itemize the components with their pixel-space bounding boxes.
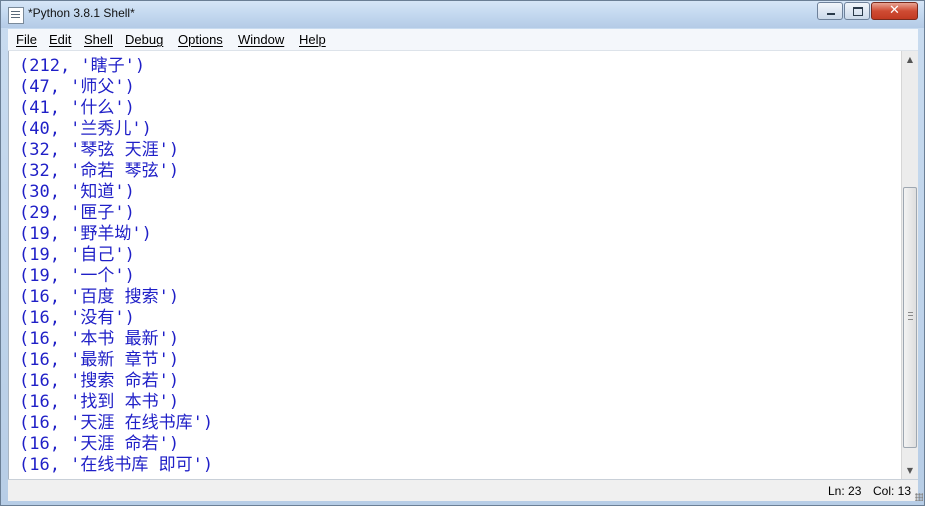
scroll-up-arrow-icon[interactable]: ▲: [902, 51, 918, 68]
title-bar[interactable]: *Python 3.8.1 Shell* ✕: [1, 1, 924, 28]
output-line: (16, '最新 章节'): [19, 350, 180, 370]
menu-window[interactable]: Window: [238, 32, 284, 47]
column-number-indicator: Col: 13: [873, 484, 912, 498]
menu-debug[interactable]: Debug: [125, 32, 163, 47]
output-line: (30, '知道'): [19, 182, 135, 202]
maximize-button[interactable]: [844, 2, 870, 20]
output-line: (16, '在线书库 即可'): [19, 455, 214, 475]
output-line: (29, '匣子'): [19, 203, 135, 223]
output-line: (16, '搜索 命若'): [19, 371, 180, 391]
scroll-grip-icon: [908, 312, 913, 320]
output-line: (32, '命若 琴弦'): [19, 161, 180, 181]
menu-shell[interactable]: Shell: [84, 32, 113, 47]
output-line: (16, '找到 本书'): [19, 392, 180, 412]
resize-grip-icon[interactable]: [915, 493, 923, 501]
menu-help[interactable]: Help: [299, 32, 326, 47]
minimize-icon: [827, 13, 835, 15]
close-button[interactable]: ✕: [871, 2, 918, 20]
scroll-down-arrow-icon[interactable]: ▼: [902, 462, 918, 479]
shell-text-area[interactable]: (212, '瞎子') (47, '师父') (41, '什么') (40, '…: [8, 51, 902, 479]
output-line: (16, '天涯 命若'): [19, 434, 180, 454]
window-title: *Python 3.8.1 Shell*: [28, 6, 135, 20]
idle-app-icon[interactable]: [8, 7, 24, 24]
output-line: (32, '琴弦 天涯'): [19, 140, 180, 160]
output-line: (19, '一个'): [19, 266, 135, 286]
output-line: (41, '什么'): [19, 98, 135, 118]
output-line: (16, '天涯 在线书库'): [19, 413, 214, 433]
idle-shell-window: *Python 3.8.1 Shell* ✕ File Edit Shell D…: [0, 0, 925, 506]
output-line: (16, '百度 搜索'): [19, 287, 180, 307]
line-number-indicator: Ln: 23: [828, 484, 862, 498]
maximize-icon: [853, 7, 863, 16]
menu-options[interactable]: Options: [178, 32, 223, 47]
output-line: (40, '兰秀儿'): [19, 119, 152, 139]
output-line: (47, '师父'): [19, 77, 135, 97]
output-line: (212, '瞎子'): [19, 56, 146, 76]
output-line: (16, '本书 最新'): [19, 329, 180, 349]
output-line: (19, '自己'): [19, 245, 135, 265]
status-bar: Ln: 23 Col: 13: [8, 479, 918, 501]
menu-file[interactable]: File: [16, 32, 37, 47]
scrollbar-thumb[interactable]: [903, 187, 917, 448]
menu-bar: File Edit Shell Debug Options Window Hel…: [8, 29, 918, 51]
menu-edit[interactable]: Edit: [49, 32, 71, 47]
output-line: (16, '没有'): [19, 308, 135, 328]
close-icon: ✕: [889, 3, 900, 18]
vertical-scrollbar[interactable]: ▲ ▼: [901, 51, 918, 479]
minimize-button[interactable]: [817, 2, 843, 20]
output-line: (19, '野羊坳'): [19, 224, 152, 244]
